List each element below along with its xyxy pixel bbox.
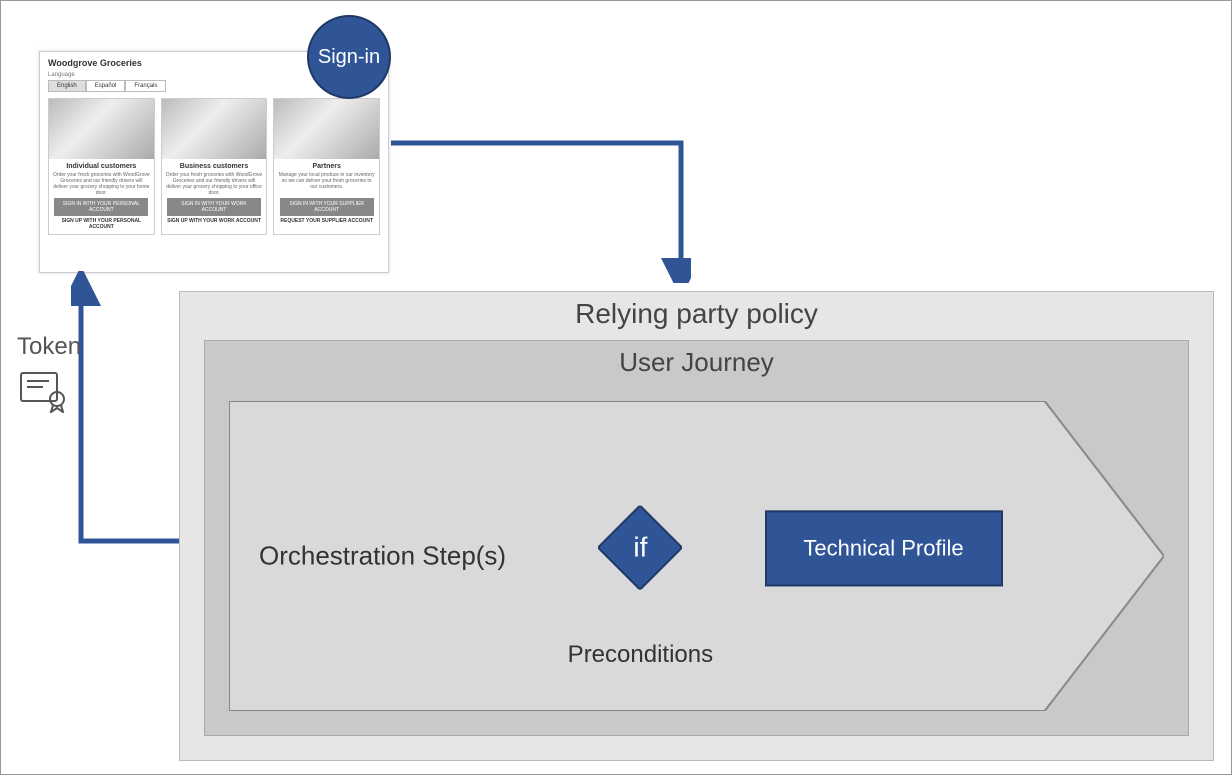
orchestration-steps-label: Orchestration Step(s) [259,541,506,572]
card-partners-image [274,99,379,159]
card-individual-signin-button[interactable]: SIGN IN WITH YOUR PERSONAL ACCOUNT [54,198,148,216]
card-individual-signup-link[interactable]: SIGN UP WITH YOUR PERSONAL ACCOUNT [49,218,154,230]
preconditions-if-label: if [633,532,647,564]
card-business-desc: Order your fresh groceries with WoodGrov… [162,172,267,194]
card-business: Business customers Order your fresh groc… [161,98,268,235]
token-icon [19,369,69,413]
arrow-rp-to-app [71,271,191,551]
card-individual-image [49,99,154,159]
user-journey-title: User Journey [205,347,1188,378]
arrow-signin-to-rp [391,53,691,283]
card-business-signin-button[interactable]: SIGN IN WITH YOUR WORK ACCOUNT [167,198,261,216]
technical-profile-node: Technical Profile [765,510,1003,586]
relying-party-title: Relying party policy [180,298,1213,330]
journey-arrow-container: Orchestration Step(s) if Preconditions T… [229,401,1164,711]
card-business-heading: Business customers [180,163,248,170]
tab-english[interactable]: English [48,80,86,92]
card-partners-desc: Manage your local produce in our invento… [274,172,379,194]
relying-party-policy-box: Relying party policy User Journey Orches… [179,291,1214,761]
card-business-image [162,99,267,159]
card-business-signup-link[interactable]: SIGN UP WITH YOUR WORK ACCOUNT [167,218,261,224]
card-individual: Individual customers Order your fresh gr… [48,98,155,235]
woodgrove-cards: Individual customers Order your fresh gr… [48,98,380,235]
tab-francais[interactable]: Français [125,80,166,92]
card-partners-heading: Partners [312,163,340,170]
preconditions-node: if [598,506,682,590]
card-partners-request-link[interactable]: REQUEST YOUR SUPPLIER ACCOUNT [280,218,373,224]
card-individual-desc: Order your fresh groceries with WoodGrov… [49,172,154,194]
card-partners: Partners Manage your local produce in ou… [273,98,380,235]
technical-profile-label: Technical Profile [803,535,963,561]
tab-espanol[interactable]: Español [86,80,126,92]
token-label: Token [17,333,81,361]
card-individual-heading: Individual customers [66,163,136,170]
card-partners-signin-button[interactable]: SIGN IN WITH YOUR SUPPLIER ACCOUNT [280,198,374,216]
signin-node: Sign-in [307,15,391,99]
signin-label: Sign-in [318,46,380,69]
user-journey-box: User Journey Orchestration Step(s) if Pr… [204,340,1189,736]
preconditions-label: Preconditions [568,641,713,669]
